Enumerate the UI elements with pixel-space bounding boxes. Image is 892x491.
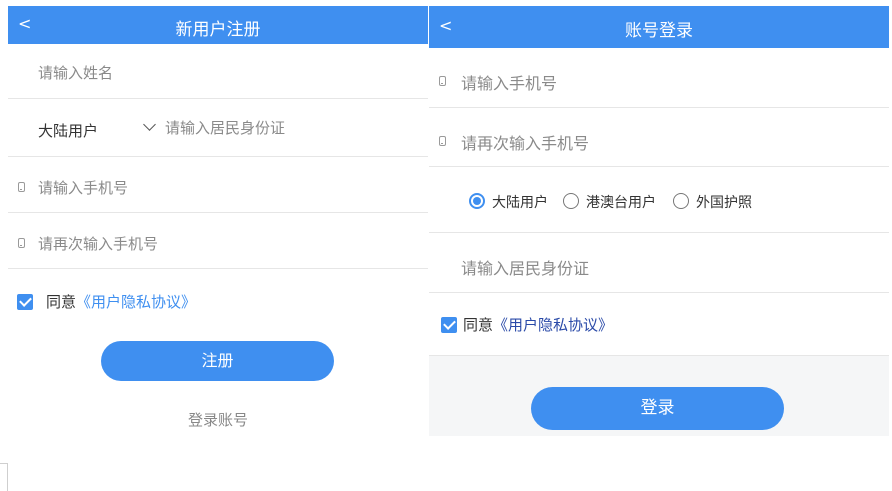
phone-repeat-placeholder: 请再次输入手机号 [461,134,590,153]
register-panel: < 新用户注册 请输入姓名 大陆用户 请输入居民身份证 请输入手机号 请再次输入… [8,6,428,436]
radio-foreign-passport[interactable] [673,193,689,209]
chevron-down-icon[interactable] [143,118,156,131]
name-placeholder: 请输入姓名 [38,64,114,82]
radio-mainland[interactable] [469,193,485,209]
phone-icon [439,76,446,86]
phone-field[interactable]: 请输入手机号 [429,48,889,108]
radio-label-mainland: 大陆用户 [492,195,548,211]
register-button[interactable]: 注册 [101,341,334,381]
phone-icon [18,238,25,248]
agree-prefix: 同意 [46,293,77,311]
phone-field[interactable]: 请输入手机号 [8,157,428,213]
user-type-radio-group: 大陆用户 港澳台用户 外国护照 [429,167,889,233]
phone-icon [439,136,446,146]
privacy-policy-link[interactable]: 《用户隐私协议》 [76,293,196,311]
id-row: 大陆用户 请输入居民身份证 [8,99,428,157]
radio-hk-macau-taiwan[interactable] [563,193,579,209]
agree-row: 同意《用户隐私协议》 [429,293,889,356]
agree-text: 同意《用户隐私协议》 [463,314,613,335]
page-title: 新用户注册 [175,20,261,40]
user-type-select[interactable]: 大陆用户 [38,120,98,141]
login-button[interactable]: 登录 [531,387,784,430]
name-field[interactable]: 请输入姓名 [8,44,428,99]
login-account-link[interactable]: 登录账号 [8,409,428,430]
phone-icon [18,182,25,192]
frame-corner [0,463,8,491]
agree-checkbox[interactable] [17,294,33,310]
phone-placeholder: 请输入手机号 [461,74,558,93]
id-field[interactable]: 请输入居民身份证 [429,233,889,293]
privacy-policy-link[interactable]: 《用户隐私协议》 [493,316,613,334]
login-panel: < 账号登录 请输入手机号 请再次输入手机号 大陆用户 港澳台用户 外国护照 请… [429,6,889,436]
agree-text: 同意《用户隐私协议》 [46,291,196,312]
agree-prefix: 同意 [463,316,494,334]
phone-repeat-field[interactable]: 请再次输入手机号 [8,213,428,269]
page-title: 账号登录 [625,21,693,41]
phone-placeholder: 请输入手机号 [38,179,129,197]
phone-repeat-field[interactable]: 请再次输入手机号 [429,108,889,167]
agree-checkbox[interactable] [441,317,457,333]
id-placeholder: 请输入居民身份证 [461,259,590,278]
radio-label-hk-macau-taiwan: 港澳台用户 [586,195,656,211]
radio-label-foreign-passport: 外国护照 [696,195,752,211]
id-field[interactable]: 请输入居民身份证 [165,117,285,138]
phone-repeat-placeholder: 请再次输入手机号 [38,235,159,253]
register-header: < 新用户注册 [8,6,428,44]
login-header: < 账号登录 [429,6,889,48]
